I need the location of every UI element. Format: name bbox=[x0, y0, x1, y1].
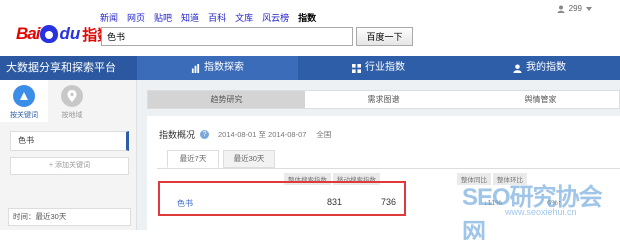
tab-trend-research[interactable]: 趋势研究 bbox=[148, 91, 305, 108]
panel-title: 指数概况 bbox=[159, 130, 196, 140]
panel-header: 指数概况 ? 2014-08-01 至 2014-08-07 全国 bbox=[159, 128, 331, 141]
tab-by-keyword[interactable]: 按关键词 bbox=[0, 80, 48, 122]
help-icon[interactable]: ? bbox=[200, 130, 210, 139]
platform-title: 大数据分享和探索平台 bbox=[0, 56, 137, 80]
nav-my-index[interactable]: 我的指数 bbox=[459, 56, 620, 80]
top-link-wenku[interactable]: 文库 bbox=[235, 11, 253, 24]
grid-icon bbox=[352, 63, 361, 73]
region-label: 全国 bbox=[316, 130, 332, 139]
left-sidebar: 按关键词 按地域 色书 + 添加关键词 时间：最近30天 bbox=[0, 80, 137, 230]
chevron-down-icon bbox=[586, 6, 592, 11]
top-link-tieba[interactable]: 贴吧 bbox=[154, 11, 172, 24]
keyword-icon bbox=[13, 85, 35, 107]
top-link-index[interactable]: 指数 bbox=[298, 11, 316, 24]
overall-search-value: 831 bbox=[327, 197, 343, 207]
nav-industry-index[interactable]: 行业指数 bbox=[298, 56, 459, 80]
tab-by-region[interactable]: 按地域 bbox=[48, 80, 96, 122]
tab-demand-map[interactable]: 需求图谱 bbox=[305, 91, 462, 108]
highlight-box bbox=[158, 181, 406, 216]
user-icon bbox=[513, 63, 522, 73]
top-nav: 新闻 网页 贴吧 知道 百科 文库 风云榜 指数 bbox=[100, 11, 316, 24]
user-count: 299 bbox=[568, 4, 582, 13]
top-link-news[interactable]: 新闻 bbox=[100, 11, 118, 24]
mobile-search-value: 736 bbox=[381, 197, 397, 207]
tab-last-7-days[interactable]: 最近7天 bbox=[167, 150, 219, 168]
paw-icon bbox=[40, 25, 59, 43]
top-link-web[interactable]: 网页 bbox=[127, 11, 145, 24]
sub-tabs: 趋势研究 需求图谱 舆情管家 bbox=[147, 90, 620, 109]
header: 新闻 网页 贴吧 知道 百科 文库 风云榜 指数 299 Bai du 指数 百… bbox=[0, 0, 620, 52]
tab-sentiment[interactable]: 舆情管家 bbox=[462, 91, 619, 108]
time-selector[interactable]: 时间：最近30天 bbox=[8, 208, 131, 226]
date-range: 2014-08-01 至 2014-08-07 bbox=[218, 130, 307, 139]
keyword-item[interactable]: 色书 bbox=[10, 131, 129, 151]
main-nav: 大数据分享和探索平台 指数探索 行业指数 我的指数 bbox=[0, 56, 620, 80]
add-keyword-button[interactable]: + 添加关键词 bbox=[10, 157, 129, 175]
user-icon bbox=[557, 5, 565, 13]
baidu-index-logo[interactable]: Bai du 指数 bbox=[16, 24, 112, 44]
search-input[interactable] bbox=[101, 27, 353, 46]
top-link-zhidao[interactable]: 知道 bbox=[181, 11, 199, 24]
period-tabs: 最近7天 最近30天 bbox=[167, 150, 275, 168]
sidebar-tabs: 按关键词 按地域 bbox=[0, 80, 136, 122]
row-keyword-link[interactable]: 色书 bbox=[177, 198, 193, 209]
location-pin-icon bbox=[61, 85, 83, 107]
watermark-url: www.seoxiehui.cn bbox=[505, 207, 577, 217]
bar-chart-icon bbox=[191, 63, 200, 73]
divider bbox=[157, 168, 620, 169]
top-link-baike[interactable]: 百科 bbox=[208, 11, 226, 24]
tab-last-30-days[interactable]: 最近30天 bbox=[223, 150, 275, 168]
user-menu[interactable]: 299 bbox=[557, 4, 592, 13]
search-button[interactable]: 百度一下 bbox=[356, 27, 413, 46]
nav-index-explore[interactable]: 指数探索 bbox=[137, 56, 298, 80]
top-link-fengyunbang[interactable]: 风云榜 bbox=[262, 11, 289, 24]
